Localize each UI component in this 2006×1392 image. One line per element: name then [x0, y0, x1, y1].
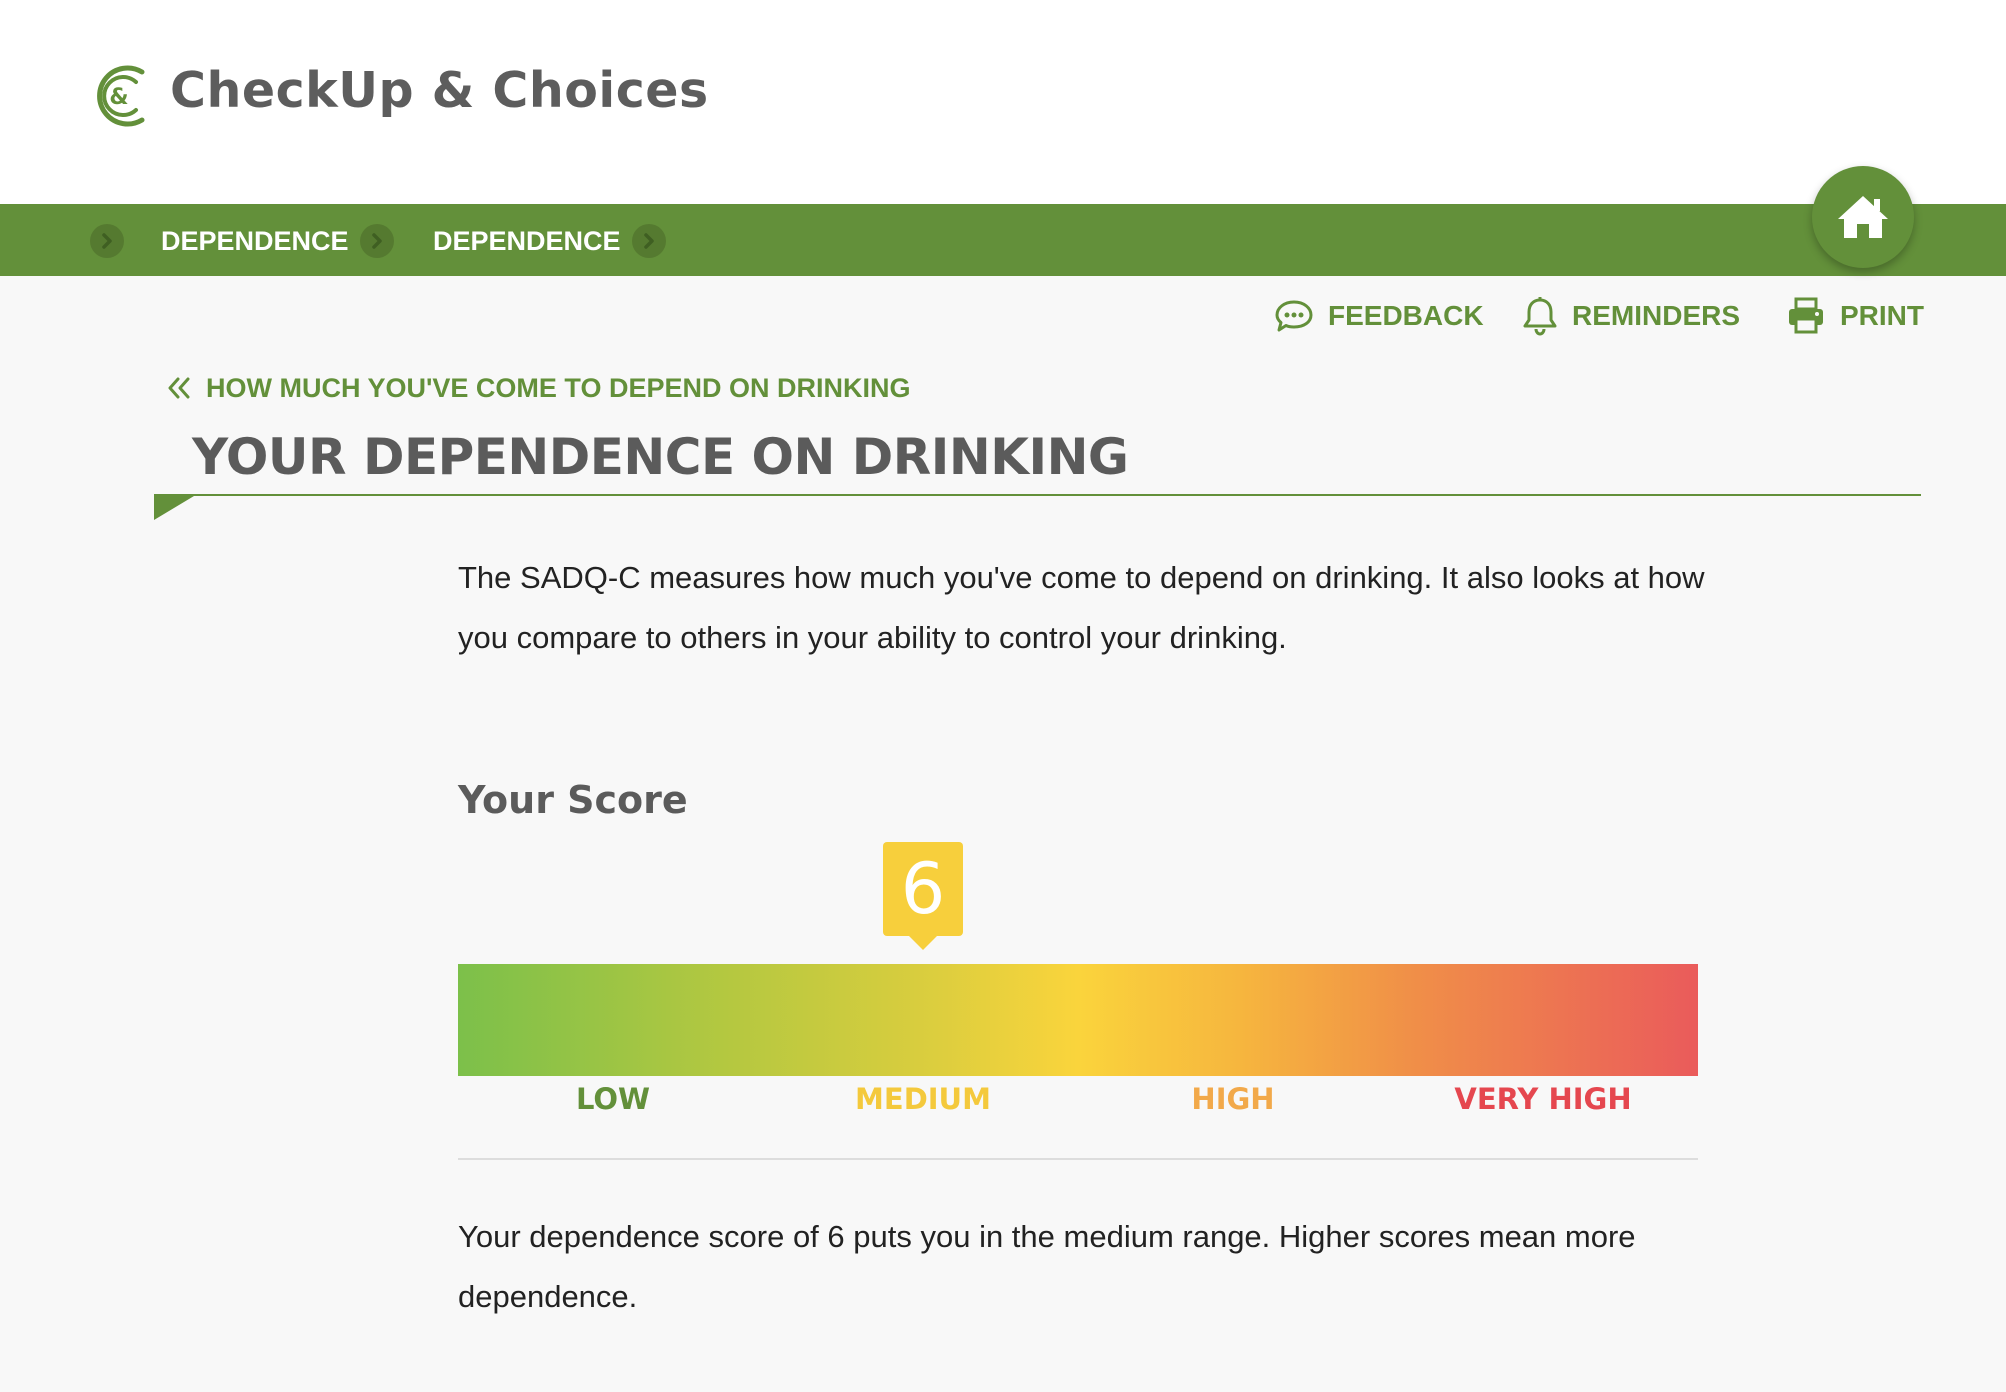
- print-link[interactable]: PRINT: [1786, 292, 1924, 340]
- print-label: PRINT: [1840, 300, 1924, 331]
- chevron-right-icon: [632, 224, 666, 258]
- result-text: Your dependence score of 6 puts you in t…: [458, 1219, 1636, 1314]
- brand-name[interactable]: CheckUp & Choices: [170, 62, 709, 119]
- printer-icon: [1789, 297, 1823, 334]
- back-link[interactable]: HOW MUCH YOU'VE COME TO DEPEND ON DRINKI…: [166, 368, 910, 408]
- breadcrumb-item-dependence-1[interactable]: DEPENDENCE: [161, 224, 349, 258]
- feedback-link[interactable]: FEEDBACK: [1274, 292, 1484, 340]
- range-label-medium: MEDIUM: [855, 1082, 991, 1116]
- breadcrumb-item-dependence-2[interactable]: DEPENDENCE: [433, 224, 621, 258]
- feedback-label: FEEDBACK: [1328, 300, 1484, 331]
- section-divider: [458, 1158, 1698, 1160]
- reminders-label: REMINDERS: [1572, 300, 1741, 331]
- bell-icon: [1523, 297, 1557, 336]
- score-gradient-bar: [458, 964, 1698, 1076]
- chevron-right-icon: [90, 224, 124, 258]
- score-marker-pointer: [909, 936, 937, 950]
- range-label-low: LOW: [575, 1082, 651, 1116]
- double-chevron-left-icon: [168, 377, 190, 399]
- speech-bubble-icon: [1275, 300, 1313, 332]
- home-icon: [1838, 196, 1888, 238]
- home-button[interactable]: [1812, 166, 1914, 268]
- range-label-very-high: VERY HIGH: [1454, 1082, 1632, 1116]
- chevron-right-icon: [360, 224, 394, 258]
- range-label-high: HIGH: [1191, 1082, 1275, 1116]
- site-header: & CheckUp & Choices: [0, 0, 2006, 204]
- logo-mark-text: &: [109, 85, 128, 110]
- back-link-label: HOW MUCH YOU'VE COME TO DEPEND ON DRINKI…: [206, 372, 911, 403]
- intro-text: The SADQ-C measures how much you've come…: [458, 560, 1705, 655]
- title-flag-decoration: [154, 496, 194, 520]
- logo-icon: &: [97, 65, 145, 127]
- score-marker: 6: [883, 842, 963, 936]
- score-heading: Your Score: [458, 778, 688, 822]
- reminders-link[interactable]: REMINDERS: [1522, 292, 1740, 340]
- page-title: YOUR DEPENDENCE ON DRINKING: [192, 428, 1129, 486]
- breadcrumb-bar: DEPENDENCE DEPENDENCE: [0, 204, 2006, 276]
- title-divider: [154, 494, 1921, 496]
